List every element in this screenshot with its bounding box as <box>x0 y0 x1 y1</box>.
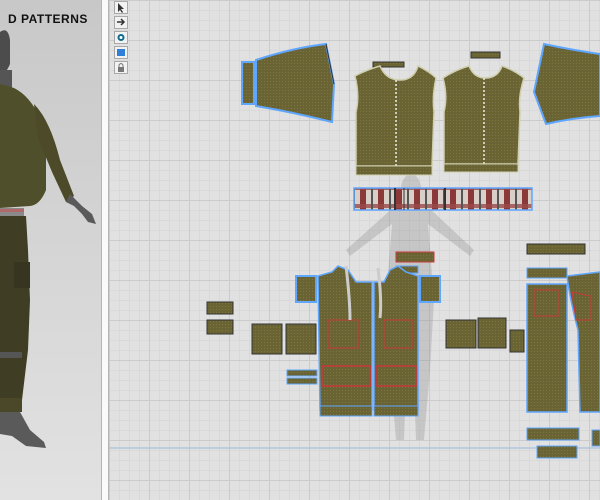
camera-tool-button[interactable] <box>114 31 128 44</box>
pattern-2d-canvas[interactable] <box>109 0 600 500</box>
pattern-layout <box>109 42 600 459</box>
fabric-icon <box>117 49 125 56</box>
avatar-3d-view[interactable]: D PATTERNS <box>0 0 101 500</box>
lock-tool-button[interactable] <box>114 61 128 74</box>
camera-icon <box>117 34 125 41</box>
select-tool-button[interactable] <box>114 1 128 14</box>
avatar-figure <box>0 30 96 448</box>
panel-title: D PATTERNS <box>8 12 88 26</box>
trouser-patterns <box>526 243 600 459</box>
fabric-tool-button[interactable] <box>114 46 128 59</box>
lock-icon <box>118 63 124 72</box>
transform-icon <box>117 18 126 26</box>
overall-patterns <box>206 251 525 417</box>
pointer-icon <box>118 3 124 13</box>
sweater-patterns <box>241 42 600 211</box>
transform-tool-button[interactable] <box>114 16 128 29</box>
tool-strip <box>112 0 130 78</box>
panel-divider[interactable] <box>101 0 109 500</box>
